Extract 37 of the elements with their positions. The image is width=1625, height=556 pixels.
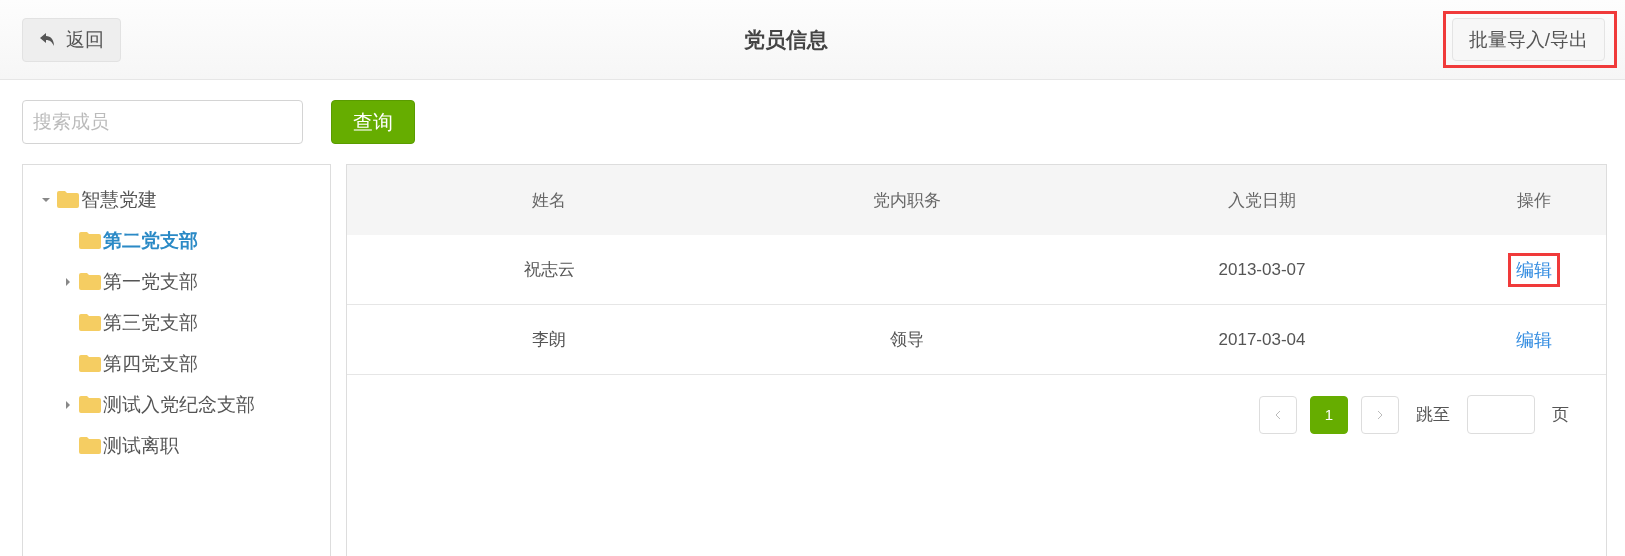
- column-header: 操作: [1515, 189, 1552, 212]
- caret-right-icon[interactable]: [63, 276, 73, 287]
- table-cell-text: 领导: [889, 329, 925, 351]
- reply-arrow-icon: [39, 32, 56, 47]
- back-button[interactable]: 返回: [22, 17, 121, 62]
- tree-item[interactable]: 测试离职: [103, 432, 179, 459]
- page-number-field[interactable]: [1467, 395, 1535, 434]
- table-cell-text: 2013-03-07: [1217, 259, 1307, 280]
- folder-icon: [79, 437, 101, 454]
- table-cell-text: 2017-03-04: [1217, 329, 1307, 350]
- tree-item[interactable]: 第一党支部: [103, 268, 198, 295]
- chevron-right-icon: [1377, 409, 1383, 420]
- jump-label: 跳至: [1416, 404, 1450, 426]
- tree-item[interactable]: 测试入党纪念支部: [103, 391, 255, 418]
- search-field[interactable]: 搜索成员: [22, 100, 303, 144]
- folder-icon: [79, 232, 101, 249]
- edit-link[interactable]: 编辑: [1510, 325, 1557, 354]
- tree-item[interactable]: 智慧党建: [81, 186, 157, 213]
- folder-icon: [79, 273, 101, 290]
- folder-icon: [79, 355, 101, 372]
- column-header: 党内职务: [872, 189, 942, 212]
- tree-item[interactable]: 第四党支部: [103, 350, 198, 377]
- folder-icon: [57, 191, 79, 208]
- table-cell-text: 祝志云: [522, 259, 576, 281]
- folder-icon: [79, 396, 101, 413]
- import-export-button[interactable]: 批量导入/导出: [1451, 18, 1605, 61]
- caret-right-icon[interactable]: [63, 399, 73, 410]
- edit-link[interactable]: 编辑: [1510, 255, 1557, 284]
- folder-icon: [79, 314, 101, 331]
- column-header: 入党日期: [1227, 189, 1297, 212]
- column-header: 姓名: [531, 189, 567, 212]
- table-cell-text: 李朗: [531, 329, 567, 351]
- page-unit-label: 页: [1552, 404, 1569, 426]
- tree-item[interactable]: 第二党支部: [103, 227, 198, 254]
- chevron-left-icon: [1275, 409, 1281, 420]
- page-title: 党员信息: [744, 26, 829, 53]
- tree-item[interactable]: 第三党支部: [103, 309, 198, 336]
